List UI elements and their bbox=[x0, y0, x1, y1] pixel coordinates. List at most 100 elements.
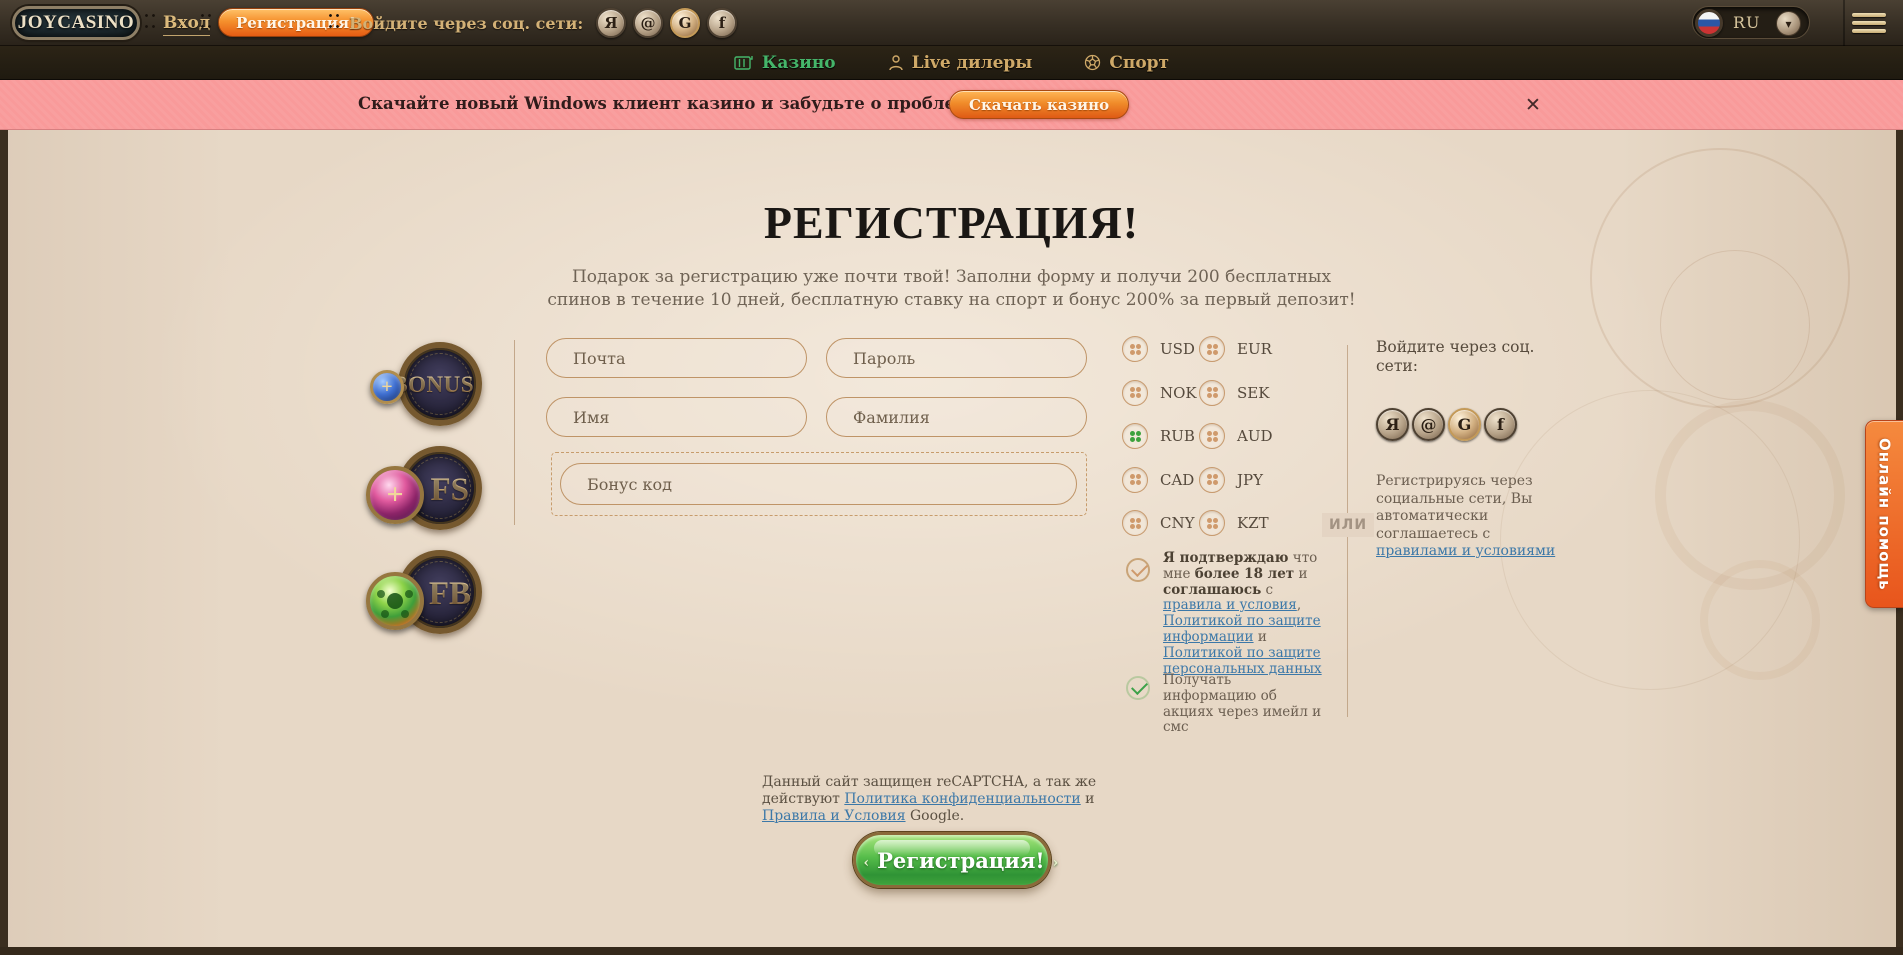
chevron-down-icon[interactable]: ▾ bbox=[1776, 11, 1801, 36]
main-nav: Казино Live дилеры Спорт bbox=[0, 46, 1903, 80]
badge-freebet: FB bbox=[366, 550, 482, 645]
google-icon[interactable]: G bbox=[670, 8, 700, 38]
currency-label: EUR bbox=[1237, 340, 1272, 358]
currency-option-eur[interactable]: EUR bbox=[1199, 336, 1276, 362]
currency-label: CAD bbox=[1160, 471, 1194, 489]
age-consent-checkbox[interactable] bbox=[1126, 558, 1150, 582]
subtitle-line-2: спинов в течение 10 дней, бесплатную ста… bbox=[547, 290, 1355, 310]
google-icon[interactable]: G bbox=[1448, 408, 1481, 441]
close-icon[interactable]: ✕ bbox=[1520, 92, 1546, 118]
page-title: РЕГИСТРАЦИЯ! bbox=[0, 196, 1903, 249]
page-frame bbox=[0, 130, 8, 955]
badge-freespins-label: FS bbox=[430, 472, 469, 509]
social-column-note: Регистрируясь через социальные сети, Вы … bbox=[1376, 473, 1556, 561]
social-login-column: Войдите через соц. сети: Я @ G f Регистр… bbox=[1376, 338, 1556, 561]
top-bar: JOYCASINO Вход Регистрация! Войдите чере… bbox=[0, 0, 1903, 46]
stain-decoration bbox=[1700, 560, 1820, 680]
rivets-decoration bbox=[327, 8, 341, 38]
page-frame bbox=[0, 947, 1903, 955]
facebook-icon[interactable]: f bbox=[707, 8, 737, 38]
mailru-icon[interactable]: @ bbox=[633, 8, 663, 38]
currency-label: NOK bbox=[1160, 384, 1197, 402]
currency-option-usd[interactable]: USD bbox=[1122, 336, 1199, 362]
radio-icon bbox=[1122, 423, 1148, 449]
promo-consent-text: Получать информацию об акциях через имей… bbox=[1163, 673, 1328, 736]
password-input[interactable] bbox=[826, 338, 1087, 378]
currency-label: CNY bbox=[1160, 514, 1195, 532]
currency-option-nok[interactable]: NOK bbox=[1122, 380, 1199, 406]
last-name-input[interactable] bbox=[826, 397, 1087, 437]
radio-icon bbox=[1199, 467, 1225, 493]
email-input[interactable] bbox=[546, 338, 807, 378]
tab-live-dealers[interactable]: Live дилеры bbox=[888, 53, 1033, 73]
page-subtitle: Подарок за регистрацию уже почти твой! З… bbox=[0, 266, 1903, 312]
bonus-orb-icon: + bbox=[370, 370, 404, 404]
terms-link[interactable]: правила и условия bbox=[1163, 597, 1297, 613]
freespins-orb-icon: + bbox=[366, 466, 424, 524]
rivets-decoration bbox=[143, 8, 157, 38]
registration-page: РЕГИСТРАЦИЯ! Подарок за регистрацию уже … bbox=[0, 130, 1903, 955]
info-protection-policy-link[interactable]: Политикой по защите информации bbox=[1163, 613, 1321, 645]
bonus-code-input[interactable] bbox=[560, 463, 1077, 505]
google-privacy-link[interactable]: Политика конфиденциальности bbox=[844, 791, 1080, 807]
joycasino-logo[interactable]: JOYCASINO bbox=[12, 6, 140, 40]
currency-option-cny[interactable]: CNY bbox=[1122, 510, 1199, 536]
badge-bonus-label: BONUS bbox=[392, 372, 474, 398]
radio-icon bbox=[1199, 380, 1225, 406]
online-help-tab[interactable]: Онлайн помощь bbox=[1865, 420, 1903, 608]
stain-decoration bbox=[1655, 400, 1845, 590]
social-column-icons: Я @ G f bbox=[1376, 408, 1556, 441]
online-help-label: Онлайн помощь bbox=[1876, 438, 1894, 591]
google-terms-link[interactable]: Правила и Условия bbox=[762, 808, 906, 824]
russian-flag-icon bbox=[1695, 9, 1723, 37]
radio-icon bbox=[1199, 336, 1225, 362]
radio-icon bbox=[1122, 380, 1148, 406]
currency-option-aud[interactable]: AUD bbox=[1199, 423, 1276, 449]
radio-icon bbox=[1122, 510, 1148, 536]
menu-icon[interactable] bbox=[1852, 13, 1886, 33]
facebook-icon[interactable]: f bbox=[1484, 408, 1517, 441]
slot-machine-icon bbox=[734, 55, 754, 71]
tab-sport[interactable]: Спорт bbox=[1084, 53, 1169, 73]
recaptcha-notice: Данный сайт защищен reCAPTCHA, а так же … bbox=[762, 774, 1142, 825]
promo-consent-checkbox[interactable] bbox=[1126, 676, 1150, 700]
radio-icon bbox=[1122, 336, 1148, 362]
yandex-icon[interactable]: Я bbox=[596, 8, 626, 38]
subtitle-line-1: Подарок за регистрацию уже почти твой! З… bbox=[572, 267, 1331, 287]
consent-bold: соглашаюсь bbox=[1163, 582, 1261, 598]
submit-row: ‹ Регистрация! › bbox=[0, 832, 1903, 888]
radio-icon bbox=[1199, 423, 1225, 449]
submit-label: Регистрация! bbox=[877, 848, 1045, 873]
currency-option-sek[interactable]: SEK bbox=[1199, 380, 1276, 406]
currency-label: RUB bbox=[1160, 427, 1195, 445]
language-code: RU bbox=[1733, 13, 1761, 32]
currency-label: KZT bbox=[1237, 514, 1269, 532]
rivets-decoration bbox=[199, 8, 213, 38]
submit-registration-button[interactable]: ‹Регистрация!› bbox=[853, 832, 1051, 888]
arrow-right-icon: › bbox=[1053, 855, 1059, 871]
radio-icon bbox=[1122, 467, 1148, 493]
currency-label: AUD bbox=[1237, 427, 1273, 445]
language-selector[interactable]: RU ▾ bbox=[1692, 6, 1810, 39]
currency-option-rub[interactable]: RUB bbox=[1122, 423, 1199, 449]
currency-option-kzt[interactable]: KZT bbox=[1199, 510, 1276, 536]
arrow-left-icon: ‹ bbox=[864, 855, 870, 871]
yandex-icon[interactable]: Я bbox=[1376, 408, 1409, 441]
seam-divider bbox=[1843, 0, 1845, 46]
freebet-soccer-orb-icon bbox=[366, 572, 424, 630]
form-divider bbox=[514, 340, 515, 525]
bonus-badges: BONUS + FS + FB bbox=[366, 342, 482, 654]
tab-live-dealers-label: Live дилеры bbox=[912, 53, 1033, 73]
download-banner: Скачайте новый Windows клиент казино и з… bbox=[0, 80, 1903, 130]
tab-casino[interactable]: Казино bbox=[734, 53, 836, 73]
currency-option-cad[interactable]: CAD bbox=[1122, 467, 1199, 493]
consent-bold: более 18 лет bbox=[1195, 566, 1294, 582]
radio-icon bbox=[1199, 510, 1225, 536]
currency-option-jpy[interactable]: JPY bbox=[1199, 467, 1276, 493]
mailru-icon[interactable]: @ bbox=[1412, 408, 1445, 441]
currency-label: SEK bbox=[1237, 384, 1269, 402]
first-name-input[interactable] bbox=[546, 397, 807, 437]
social-column-title: Войдите через соц. сети: bbox=[1376, 338, 1556, 376]
terms-and-conditions-link[interactable]: правилами и условиями bbox=[1376, 543, 1555, 559]
download-casino-button[interactable]: Скачать казино bbox=[949, 90, 1129, 119]
